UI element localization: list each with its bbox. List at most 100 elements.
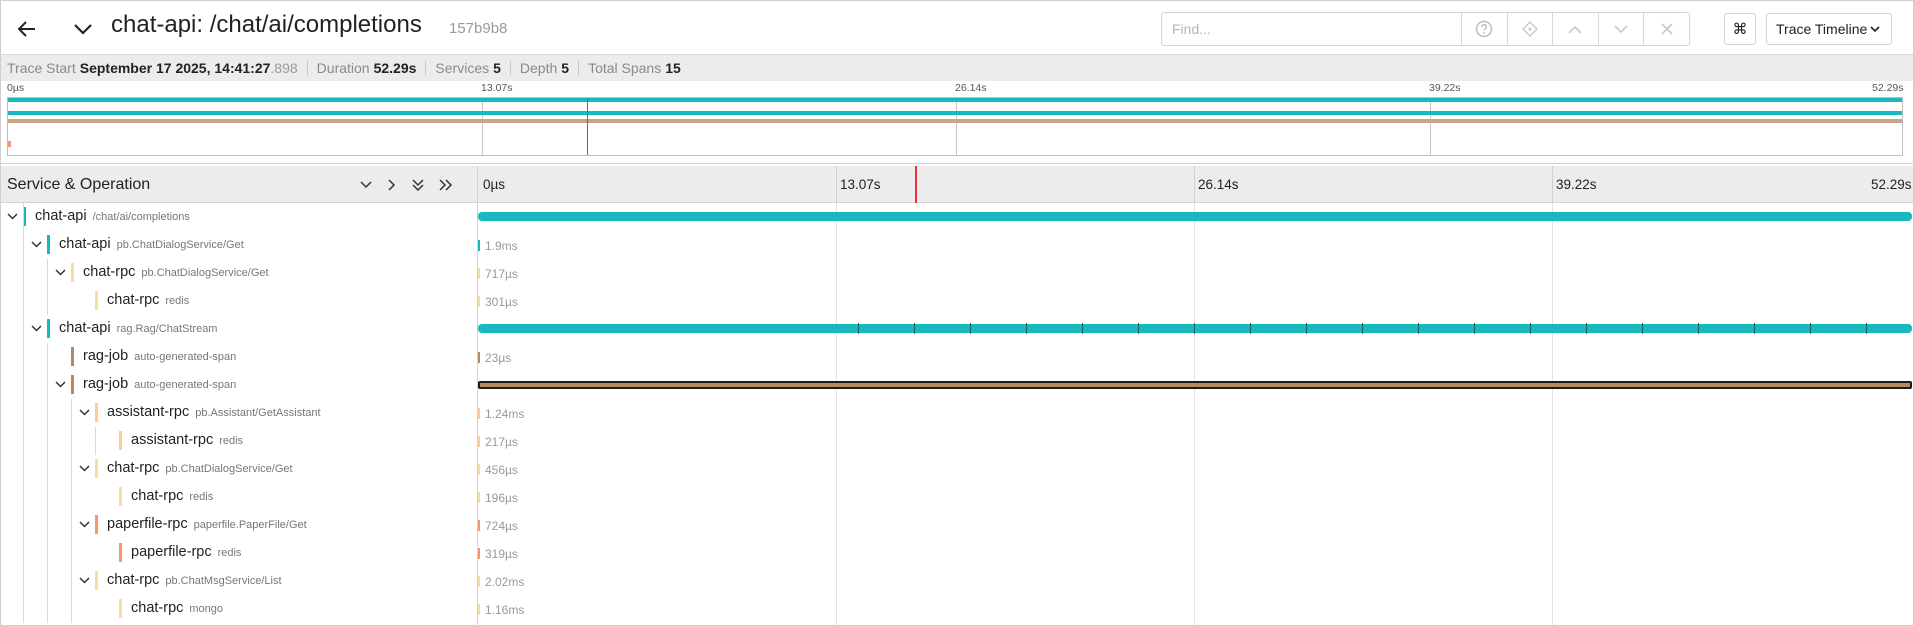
span-name[interactable]: assistant-rpc pb.Assistant/GetAssistant <box>107 404 321 420</box>
span-log-marker[interactable] <box>1642 323 1643 334</box>
span-bar[interactable] <box>478 520 480 531</box>
span-row[interactable]: paperfile-rpc redis 319µs <box>0 539 1914 567</box>
span-bar[interactable] <box>478 492 480 503</box>
double-chevron-right-icon <box>439 179 453 191</box>
span-bar[interactable] <box>478 240 480 251</box>
span-log-marker[interactable] <box>1138 323 1139 334</box>
trace-minimap[interactable]: 0µs 13.07s 26.14s 39.22s 52.29s <box>0 81 1914 161</box>
span-name[interactable]: rag-job auto-generated-span <box>83 348 236 364</box>
trace-timeline: Service & Operation 0µs 13.07s 26.14s 39… <box>0 166 1914 626</box>
span-row[interactable]: paperfile-rpc paperfile.PaperFile/Get 724µ… <box>0 511 1914 539</box>
span-name[interactable]: paperfile-rpc paperfile.PaperFile/Get <box>107 516 307 532</box>
span-name[interactable]: chat-rpc pb.ChatDialogService/Get <box>107 460 293 476</box>
span-bar[interactable] <box>478 296 480 307</box>
span-row[interactable]: chat-rpc pb.ChatDialogService/Get 456µs <box>0 455 1914 483</box>
timeline-tick-line <box>836 166 837 203</box>
span-bar[interactable] <box>478 548 480 559</box>
span-log-marker[interactable] <box>1362 323 1363 334</box>
span-bar[interactable] <box>478 436 480 447</box>
span-row[interactable]: chat-rpc redis 196µs <box>0 483 1914 511</box>
service-name: chat-api <box>35 208 87 224</box>
span-bar[interactable] <box>478 324 1912 333</box>
expand-one-button[interactable] <box>382 175 402 195</box>
span-row[interactable]: chat-api/chat/ai/completions <box>0 203 1914 231</box>
span-log-marker[interactable] <box>970 323 971 334</box>
service-name: chat-rpc <box>83 264 136 280</box>
span-name[interactable]: chat-rpc mongo <box>131 600 223 616</box>
span-log-marker[interactable] <box>914 323 915 334</box>
span-bar[interactable] <box>478 576 480 587</box>
span-row[interactable]: chat-rpc pb.ChatDialogService/Get 717µs <box>0 259 1914 287</box>
span-log-marker[interactable] <box>1474 323 1475 334</box>
span-log-marker[interactable] <box>1586 323 1587 334</box>
service-color-marker <box>119 487 122 506</box>
span-toggle-button[interactable] <box>77 461 91 475</box>
span-toggle-button[interactable] <box>77 405 91 419</box>
span-row[interactable]: chat-rpc pb.ChatMsgService/List 2.02ms <box>0 567 1914 595</box>
span-toggle-button[interactable] <box>5 209 19 223</box>
span-bar[interactable] <box>478 408 480 419</box>
span-row[interactable]: chat-api pb.ChatDialogService/Get 1.9ms <box>0 231 1914 259</box>
arrow-left-icon <box>18 21 35 37</box>
span-bar[interactable] <box>478 212 1912 221</box>
back-button[interactable] <box>13 15 41 43</box>
span-row[interactable]: assistant-rpc redis 217µs <box>0 427 1914 455</box>
span-log-marker[interactable] <box>1698 323 1699 334</box>
collapse-header-button[interactable] <box>69 15 97 43</box>
span-toggle-button[interactable] <box>77 517 91 531</box>
previous-match-button[interactable] <box>1552 13 1598 45</box>
collapse-one-button[interactable] <box>356 175 376 195</box>
locate-button[interactable] <box>1506 13 1553 45</box>
span-row[interactable]: chat-api rag.Rag/ChatStream <box>0 315 1914 343</box>
operation-name: mongo <box>189 603 224 615</box>
span-log-marker[interactable] <box>1810 323 1811 334</box>
span-name[interactable]: chat-api rag.Rag/ChatStream <box>59 320 217 336</box>
tree-guide-line <box>47 259 48 315</box>
span-log-marker[interactable] <box>1026 323 1027 334</box>
span-log-marker[interactable] <box>1530 323 1531 334</box>
span-name[interactable]: chat-rpc pb.ChatDialogService/Get <box>83 264 269 280</box>
span-row[interactable]: chat-rpc redis 301µs <box>0 287 1914 315</box>
span-name[interactable]: assistant-rpc redis <box>131 432 243 448</box>
span-name[interactable]: chat-api/chat/ai/completions <box>35 208 190 224</box>
view-mode-select[interactable]: Trace Timeline <box>1766 13 1892 45</box>
span-row[interactable]: assistant-rpc pb.Assistant/GetAssistant 1.… <box>0 399 1914 427</box>
span-toggle-button[interactable] <box>77 573 91 587</box>
span-log-marker[interactable] <box>1082 323 1083 334</box>
span-name[interactable]: rag-job auto-generated-span <box>83 376 236 392</box>
span-bar[interactable] <box>478 604 480 615</box>
span-name[interactable]: chat-rpc redis <box>131 488 213 504</box>
span-name[interactable]: chat-rpc redis <box>107 292 189 308</box>
span-bar[interactable] <box>478 268 480 279</box>
timeline-tick-label: 52.29s <box>1871 177 1912 192</box>
span-toggle-button[interactable] <box>53 377 67 391</box>
span-bar[interactable] <box>478 464 480 475</box>
span-log-marker[interactable] <box>1250 323 1251 334</box>
expand-all-button[interactable] <box>436 175 456 195</box>
span-log-marker[interactable] <box>858 323 859 334</box>
span-name[interactable]: chat-api pb.ChatDialogService/Get <box>59 236 244 252</box>
span-log-marker[interactable] <box>1418 323 1419 334</box>
span-log-marker[interactable] <box>1866 323 1867 334</box>
minimap-canvas[interactable] <box>7 97 1903 156</box>
span-row[interactable]: rag-job auto-generated-span 23µs <box>0 343 1914 371</box>
span-row[interactable]: chat-rpc mongo 1.16ms <box>0 595 1914 623</box>
span-toggle-button[interactable] <box>29 237 43 251</box>
span-bar[interactable] <box>478 352 480 363</box>
span-row[interactable]: rag-job auto-generated-span <box>0 371 1914 399</box>
span-toggle-button[interactable] <box>29 321 43 335</box>
span-name[interactable]: chat-rpc pb.ChatMsgService/List <box>107 572 282 588</box>
span-log-marker[interactable] <box>1194 323 1195 334</box>
services-label: Services <box>435 60 490 76</box>
span-log-marker[interactable] <box>1306 323 1307 334</box>
keyboard-shortcuts-button[interactable]: ⌘ <box>1724 13 1756 45</box>
collapse-all-button[interactable] <box>408 175 428 195</box>
clear-search-button[interactable] <box>1643 13 1689 45</box>
next-match-button[interactable] <box>1597 13 1644 45</box>
search-input[interactable] <box>1162 13 1461 45</box>
span-toggle-button[interactable] <box>53 265 67 279</box>
span-bar[interactable] <box>478 381 1912 389</box>
help-button[interactable] <box>1460 13 1507 45</box>
span-name[interactable]: paperfile-rpc redis <box>131 544 241 560</box>
span-log-marker[interactable] <box>1754 323 1755 334</box>
